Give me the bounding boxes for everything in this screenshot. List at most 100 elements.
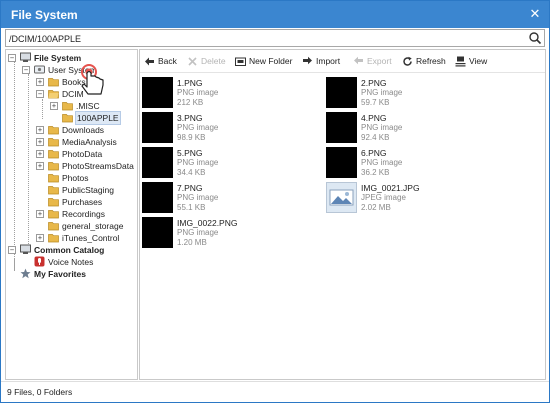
refresh-button[interactable]: Refresh [402, 55, 448, 68]
tree-item-downloads[interactable]: + Downloads [8, 124, 136, 136]
delete-label: Delete [201, 56, 226, 66]
tree-item-label: Voice Notes [48, 257, 94, 267]
tree-item-label: iTunes_Control [62, 233, 120, 243]
collapse-toggle[interactable]: − [22, 66, 30, 74]
file-type: PNG image [361, 158, 403, 167]
tree-item-label: Photos [62, 173, 89, 183]
tree-item-books[interactable]: + Books [8, 76, 136, 88]
folder-icon [48, 222, 59, 231]
tree-item-label: My Favorites [34, 269, 86, 279]
file-name: 2.PNG [361, 78, 387, 88]
folder-icon [48, 162, 59, 171]
import-button[interactable]: Import [302, 55, 346, 68]
tree-item-common-catalog[interactable]: − Common Catalog [8, 244, 136, 256]
title-bar: File System ✕ [1, 1, 549, 28]
tree-item-label: File System [34, 53, 82, 63]
close-button[interactable]: ✕ [525, 4, 545, 24]
folder-tree: − File System − User System + Books − DC… [5, 49, 138, 380]
file-item[interactable]: IMG_0021.JPG JPEG image 2.02 MB [326, 182, 511, 215]
path-input[interactable] [9, 32, 509, 45]
view-button[interactable]: View [455, 55, 495, 68]
file-list-pane: Back Delete New Folder Import Export Ref… [139, 49, 546, 380]
tree-item-label: Downloads [62, 125, 105, 135]
jpeg-thumbnail [326, 182, 357, 213]
star-icon [20, 268, 31, 279]
file-type: PNG image [177, 123, 219, 132]
user-system-icon [34, 65, 45, 74]
expand-toggle[interactable]: + [36, 126, 44, 134]
tree-item-file-system[interactable]: − File System [8, 52, 136, 64]
file-item[interactable]: 7.PNG PNG image 55.1 KB [142, 182, 327, 215]
tree-item-itunes-control[interactable]: + iTunes_Control [8, 232, 136, 244]
file-item[interactable]: 5.PNG PNG image 34.4 KB [142, 147, 327, 180]
expand-toggle[interactable]: + [36, 78, 44, 86]
expand-toggle[interactable]: + [36, 162, 44, 170]
tree-item-recordings[interactable]: + Recordings [8, 208, 136, 220]
collapse-toggle[interactable]: − [8, 246, 16, 254]
folder-icon [48, 234, 59, 243]
file-thumbnail [142, 147, 173, 178]
refresh-label: Refresh [416, 56, 446, 66]
file-name: 5.PNG [177, 148, 203, 158]
search-icon[interactable] [528, 31, 542, 45]
tree-item-label: 100APPLE [75, 111, 121, 125]
delete-x-icon [188, 57, 197, 66]
back-label: Back [158, 56, 177, 66]
voice-notes-icon [34, 256, 45, 267]
back-arrow-icon [145, 57, 154, 66]
view-icon [455, 56, 466, 67]
image-preview-icon [329, 189, 354, 206]
file-type: PNG image [177, 158, 219, 167]
tree-item-photos[interactable]: Photos [8, 172, 136, 184]
file-size: 92.4 KB [361, 133, 390, 142]
tree-item-my-favorites[interactable]: My Favorites [8, 268, 136, 280]
tree-item-media-analysis[interactable]: + MediaAnalysis [8, 136, 136, 148]
tree-item-purchases[interactable]: Purchases [8, 196, 136, 208]
folder-icon [48, 138, 59, 147]
expand-toggle[interactable]: + [50, 102, 58, 110]
tree-item-label: Purchases [62, 197, 103, 207]
import-icon [303, 56, 312, 65]
file-type: PNG image [361, 88, 403, 97]
tree-item-public-staging[interactable]: PublicStaging [8, 184, 136, 196]
new-folder-button[interactable]: New Folder [235, 55, 295, 68]
folder-icon [48, 150, 59, 159]
tree-item-100apple[interactable]: 100APPLE [8, 111, 136, 125]
expand-toggle[interactable]: + [36, 138, 44, 146]
expand-toggle[interactable]: + [36, 234, 44, 242]
tree-item-label: PhotoData [62, 149, 103, 159]
file-name: 4.PNG [361, 113, 387, 123]
expand-toggle[interactable]: + [36, 150, 44, 158]
tree-item-voice-notes[interactable]: Voice Notes [8, 256, 136, 268]
file-item[interactable]: 1.PNG PNG image 212 KB [142, 77, 327, 110]
collapse-toggle[interactable]: − [36, 90, 44, 98]
tree-item-dcim[interactable]: − DCIM [8, 88, 136, 100]
collapse-toggle[interactable]: − [8, 54, 16, 62]
file-thumbnail [326, 77, 357, 108]
export-button[interactable]: Export [353, 55, 397, 68]
tree-item-user-system[interactable]: − User System [8, 64, 136, 76]
toolbar: Back Delete New Folder Import Export Ref… [140, 50, 545, 73]
file-item[interactable]: 6.PNG PNG image 36.2 KB [326, 147, 511, 180]
file-item[interactable]: 4.PNG PNG image 92.4 KB [326, 112, 511, 145]
file-item[interactable]: IMG_0022.PNG PNG image 1.20 MB [142, 217, 327, 250]
file-item[interactable]: 2.PNG PNG image 59.7 KB [326, 77, 511, 110]
folder-icon [48, 126, 59, 135]
file-thumbnail [142, 112, 173, 143]
tree-item-photo-data[interactable]: + PhotoData [8, 148, 136, 160]
file-name: IMG_0021.JPG [361, 183, 420, 193]
file-name: 3.PNG [177, 113, 203, 123]
file-size: 2.02 MB [361, 203, 391, 212]
tree-item-general-storage[interactable]: general_storage [8, 220, 136, 232]
tree-item-photo-streams-data[interactable]: + PhotoStreamsData [8, 160, 136, 172]
hand-pointer-icon [81, 64, 104, 95]
path-bar [5, 29, 545, 47]
expand-toggle[interactable]: + [36, 210, 44, 218]
file-item[interactable]: 3.PNG PNG image 98.9 KB [142, 112, 327, 145]
back-button[interactable]: Back [144, 55, 184, 68]
folder-icon [48, 198, 59, 207]
computer-icon [20, 52, 31, 62]
file-type: PNG image [177, 228, 219, 237]
delete-button[interactable]: Delete [187, 55, 227, 68]
tree-item-misc[interactable]: + .MISC [8, 100, 136, 112]
